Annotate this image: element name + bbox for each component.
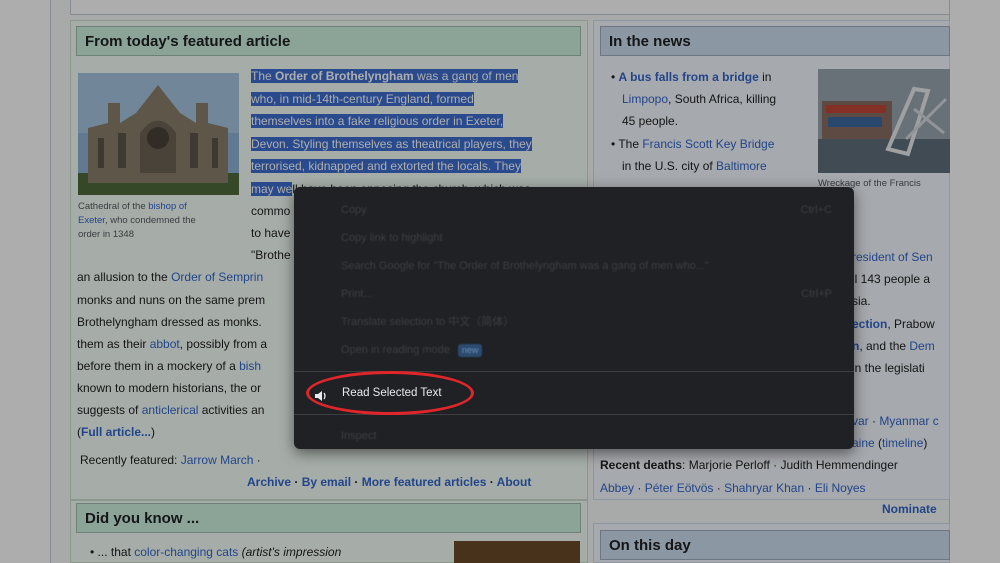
- featured-footer-links: Archive · By email · More featured artic…: [247, 475, 532, 489]
- menu-item-search-google[interactable]: Search Google for "The Order of Brothely…: [294, 252, 854, 280]
- abbot-link[interactable]: abbot: [150, 337, 180, 351]
- article-line9: "Brothe: [251, 248, 291, 262]
- news-right-6: in the legislati: [852, 361, 925, 375]
- selected-text-line1: The Order of Brothelyngham was a gang of…: [251, 69, 519, 83]
- article-line7: commo: [251, 204, 291, 218]
- image-caption-line1: Cathedral of the bishop of: [78, 201, 187, 212]
- limpopo-link[interactable]: Limpopo: [622, 92, 668, 106]
- nominate-link[interactable]: Nominate: [882, 498, 937, 521]
- news-item-1-line3: 45 people.: [622, 114, 679, 128]
- news-right-2: ll 143 people a: [852, 272, 931, 286]
- featured-article-heading: From today's featured article: [76, 26, 581, 56]
- new-badge: new: [457, 344, 483, 357]
- on-this-day-heading: On this day: [600, 530, 950, 560]
- news-right-7: var · Myanmar c: [852, 414, 939, 428]
- bus-bridge-link[interactable]: A bus falls from a bridge: [619, 70, 759, 84]
- news-right-8: aine (timeline): [852, 436, 928, 450]
- image-caption-line3: order in 1348: [78, 229, 134, 240]
- about-link[interactable]: About: [497, 475, 532, 489]
- selected-text-line3: themselves into a fake religious order i…: [251, 114, 504, 128]
- archive-link[interactable]: Archive: [247, 475, 291, 489]
- article-body-line5: before them in a mockery of a bish: [77, 359, 262, 373]
- article-body-line6: known to modern historians, the or: [77, 381, 262, 395]
- anticlerical-link[interactable]: anticlerical: [142, 403, 199, 417]
- recent-deaths: Recent deaths: Marjorie Perloff · Judith…: [600, 458, 898, 472]
- news-right-1: resident of Sen: [852, 250, 933, 264]
- more-featured-link[interactable]: More featured articles: [362, 475, 487, 489]
- full-article-link[interactable]: Full article...: [81, 425, 151, 439]
- article-body-line1: an allusion to the Order of Semprin: [77, 270, 264, 284]
- image-caption-line2: Exeter, who condemned the: [78, 215, 196, 226]
- news-item-1-line2: Limpopo, South Africa, killing: [622, 92, 777, 106]
- exeter-link[interactable]: Exeter: [78, 215, 105, 226]
- article-body-line3: Brothelyngham dressed as monks.: [77, 315, 262, 329]
- jarrow-march-link[interactable]: Jarrow March: [181, 453, 254, 467]
- article-body-line7: suggests of anticlerical activities an: [77, 403, 265, 417]
- news-item-2-line2: in the U.S. city of Baltimore: [622, 159, 767, 173]
- in-the-news-heading: In the news: [600, 26, 950, 56]
- menu-item-print[interactable]: Print... Ctrl+P: [294, 280, 854, 308]
- selected-text-line2: who, in mid-14th-century England, formed: [251, 92, 474, 106]
- cathedral-image[interactable]: [78, 73, 239, 195]
- menu-item-copy-link-highlight[interactable]: Copy link to highlight: [294, 224, 854, 252]
- top-panel-edge: [70, 0, 950, 15]
- key-bridge-link[interactable]: Francis Scott Key Bridge: [642, 137, 774, 151]
- article-body-line2: monks and nuns on the same prem: [77, 293, 266, 307]
- news-right-3: sia.: [852, 294, 871, 308]
- cat-image[interactable]: [454, 541, 580, 563]
- menu-item-inspect[interactable]: Inspect: [294, 422, 854, 450]
- color-changing-cats-link[interactable]: color-changing cats: [134, 545, 238, 559]
- bishop-link[interactable]: bishop of: [148, 201, 187, 212]
- selected-text-line4: Devon. Styling themselves as theatrical …: [251, 137, 532, 151]
- menu-item-translate[interactable]: Translate selection to 中文（简体）: [294, 308, 854, 336]
- news-right-4: ection, Prabow: [852, 317, 935, 331]
- did-you-know-heading: Did you know ...: [76, 503, 581, 533]
- by-email-link[interactable]: By email: [302, 475, 351, 489]
- menu-item-reading-mode[interactable]: Open in reading mode new: [294, 336, 854, 364]
- news-item-1-line1: • A bus falls from a bridge in: [611, 70, 772, 84]
- news-item-2-line1: • The Francis Scott Key Bridge: [611, 137, 775, 151]
- semprin-link[interactable]: Order of Semprin: [171, 270, 263, 284]
- menu-item-copy[interactable]: Copy Ctrl+C: [294, 196, 854, 224]
- baltimore-link[interactable]: Baltimore: [716, 159, 767, 173]
- red-highlight-ellipse: [306, 371, 474, 415]
- full-article-line: (Full article...): [77, 425, 156, 439]
- selected-text-line5: terrorised, kidnapped and extorted the l…: [251, 159, 521, 173]
- bridge-wreckage-image[interactable]: [818, 69, 950, 173]
- recently-featured: Recently featured: Jarrow March ·: [80, 453, 261, 467]
- article-body-line4: them as their abbot, possibly from a: [77, 337, 268, 351]
- bishop-link-2[interactable]: bish: [239, 359, 261, 373]
- recent-deaths-line2: Abbey · Péter Eötvös · Shahryar Khan · E…: [600, 481, 866, 495]
- dyk-item: • ... that color-changing cats (artist's…: [90, 545, 342, 559]
- article-line8: to have: [251, 226, 291, 240]
- news-right-5: n, and the Dem: [852, 339, 935, 353]
